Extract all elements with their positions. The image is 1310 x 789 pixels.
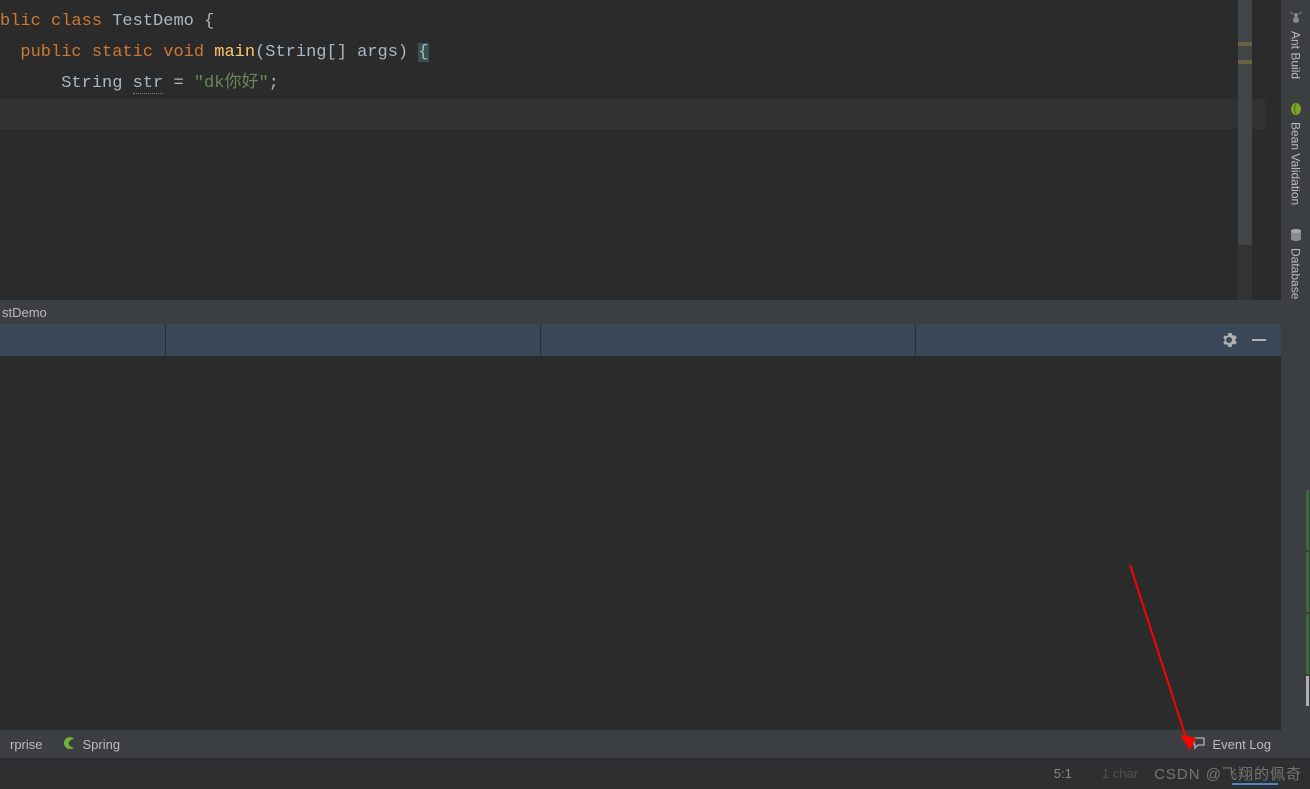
tool-label: rprise bbox=[10, 737, 43, 752]
bean-icon bbox=[1288, 101, 1303, 116]
header-segment[interactable] bbox=[0, 324, 166, 356]
tool-window-header bbox=[0, 324, 1281, 356]
cursor-position[interactable]: 5:1 bbox=[1054, 766, 1072, 781]
header-segment[interactable] bbox=[541, 324, 916, 356]
keyword: static bbox=[92, 43, 153, 62]
string-literal: "dk你好" bbox=[194, 74, 269, 93]
tool-window-body[interactable] bbox=[0, 356, 1281, 730]
keyword: public bbox=[20, 43, 81, 62]
encoding-indicator[interactable] bbox=[1232, 783, 1278, 785]
tool-database[interactable]: Database bbox=[1288, 227, 1303, 299]
method-name: main bbox=[214, 43, 255, 62]
status-bar: 5:1 1 char bbox=[0, 758, 1310, 789]
class-name: TestDemo bbox=[112, 12, 194, 31]
brace-highlight: { bbox=[418, 43, 428, 62]
tool-java-enterprise[interactable]: rprise bbox=[0, 737, 53, 752]
minimize-icon[interactable] bbox=[1251, 332, 1267, 348]
tool-label: Ant Build bbox=[1289, 31, 1303, 79]
breadcrumb-item[interactable]: stDemo bbox=[2, 305, 47, 320]
right-indicator bbox=[1304, 490, 1310, 730]
tool-label: Database bbox=[1289, 248, 1303, 299]
bottom-tool-strip: rprise Spring Event Log bbox=[0, 730, 1281, 758]
tool-spring[interactable]: Spring bbox=[53, 736, 131, 753]
vertical-scrollbar[interactable] bbox=[1238, 0, 1252, 245]
leaf-icon bbox=[63, 736, 77, 753]
gear-icon[interactable] bbox=[1221, 332, 1237, 348]
variable: str bbox=[133, 74, 164, 94]
tool-event-log[interactable]: Event Log bbox=[1182, 736, 1281, 753]
chat-icon bbox=[1192, 736, 1206, 753]
tool-label: Event Log bbox=[1212, 737, 1271, 752]
breadcrumb-strip: stDemo bbox=[0, 300, 1281, 324]
keyword: class bbox=[51, 12, 102, 31]
tool-label: Bean Validation bbox=[1289, 122, 1303, 205]
status-extra[interactable]: 1 char bbox=[1102, 766, 1138, 781]
database-icon bbox=[1288, 227, 1303, 242]
code-editor[interactable]: blic class TestDemo { public static void… bbox=[0, 0, 1281, 300]
keyword: blic bbox=[0, 12, 41, 31]
keyword: void bbox=[163, 43, 204, 62]
current-line-highlight bbox=[0, 99, 1265, 129]
tool-bean-validation[interactable]: Bean Validation bbox=[1288, 101, 1303, 205]
tool-label: Spring bbox=[83, 737, 121, 752]
header-segment[interactable] bbox=[166, 324, 541, 356]
ant-icon bbox=[1288, 10, 1303, 25]
tool-ant-build[interactable]: Ant Build bbox=[1288, 10, 1303, 79]
